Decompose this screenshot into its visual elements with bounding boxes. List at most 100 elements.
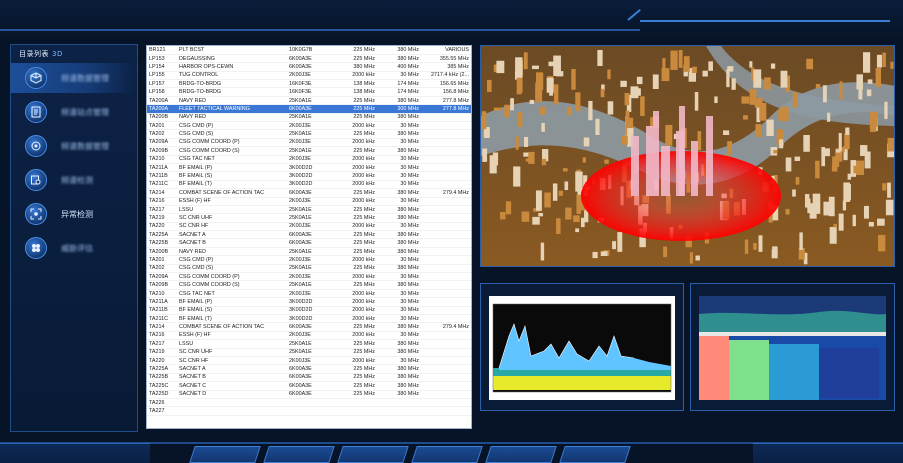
table-row[interactable]: TA225C SACNET C 6K00A3E 225 MHz 380 MHz (147, 381, 471, 391)
frequency-table[interactable]: BR121 PLT BCST 10K0G7B 225 MHz 380 MHz VARIOU… (146, 45, 472, 429)
table-cell: TA210 (147, 155, 177, 164)
table-row[interactable]: TA200A NAVY RED 25K0A1E 225 MHz 380 MHz 277.8… (147, 96, 471, 106)
map-building (863, 52, 871, 73)
table-row[interactable]: TA225D SACNET D 6K00A3E 225 MHz 380 MHz (147, 390, 471, 399)
map-building (723, 130, 730, 136)
table-row[interactable]: TA225A SACNET A 6K00A3E 225 MHz 380 MHz (147, 230, 471, 240)
table-row[interactable]: TA216 ESSH (F) HF 2K00J3E 2000 kHz 30 MHz (147, 197, 471, 206)
map-building (778, 109, 787, 121)
table-row[interactable]: TA220 SC CNR HF 2K00J3E 2000 kHz 30 MHz (147, 222, 471, 232)
map-building (714, 96, 718, 104)
table-row[interactable]: TA201 CSG CMD (P) 2K00J3E 2000 kHz 30 MHz (147, 121, 471, 131)
table-cell: 6K00A3E (287, 104, 335, 114)
bottom-tab-3[interactable] (337, 446, 409, 463)
sidebar-item-anomaly[interactable]: 异常检测 (11, 199, 137, 229)
sidebar-item-data-management[interactable]: 频谱数据管理 (11, 131, 137, 161)
table-row[interactable]: TA211C BF EMAIL (T) 3K00D2D 2000 kHz 30 MHz (147, 314, 471, 324)
table-cell (287, 398, 335, 408)
bottom-tab-2[interactable] (263, 446, 335, 463)
table-row[interactable]: TA210 CSG TAC NET 2K00J3E 2000 kHz 30 MHz (147, 155, 471, 164)
table-cell: 16K0F3E (287, 87, 335, 97)
table-row[interactable]: TA217 LSSU 25K0A1E 225 MHz 380 MHz (147, 339, 471, 349)
map-building (835, 149, 841, 153)
table-cell: 380 MHz (377, 96, 421, 106)
table-row[interactable]: BR121 PLT BCST 10K0G7B 225 MHz 380 MHz VARIOU… (147, 46, 471, 55)
table-row[interactable]: TA211B BF EMAIL (S) 3K00D2D 2000 kHz 30 MHz (147, 171, 471, 181)
table-cell: NAVY RED (177, 247, 287, 257)
table-cell: 2000 kHz (335, 272, 377, 282)
bottom-tab-6[interactable] (559, 446, 631, 463)
table-row[interactable]: TA217 LSSU 25K0A1E 225 MHz 380 MHz (147, 205, 471, 215)
table-row[interactable]: TA209B CSG COMM COORD (S) 25K0A1E 225 MHz 38… (147, 280, 471, 290)
table-row[interactable]: TA227 (147, 406, 471, 416)
table-row[interactable]: TA209A CSG COMM COORD (P) 2K00J3E 2000 kHz 3… (147, 138, 471, 148)
table-row[interactable]: TA200B NAVY RED 25K0A1E 225 MHz 380 MHz (147, 113, 471, 123)
map-building (588, 100, 593, 121)
table-cell: 138 MHz (335, 87, 377, 97)
table-row[interactable]: TA216 ESSH (F) HF 2K00J3E 2000 kHz 30 MHz (147, 331, 471, 341)
map-building (544, 192, 551, 208)
map-building (868, 221, 874, 227)
table-row[interactable]: TA211C BF EMAIL (T) 3K00D2D 2000 kHz 30 MHz (147, 180, 471, 190)
table-cell: 2000 kHz (335, 331, 377, 341)
sidebar-item-station[interactable]: 频谱站点管理 (11, 97, 137, 127)
map-building (683, 56, 690, 72)
table-row[interactable]: TA225A SACNET A 6K00A3E 225 MHz 380 MHz (147, 364, 471, 374)
table-row[interactable]: TA211A BF EMAIL (P) 3K00D2D 2000 kHz 30 MHz (147, 163, 471, 173)
table-row[interactable]: TA214 COMBAT SCENE OF ACTION TAC 6K00A3E 22… (147, 322, 471, 332)
map-building (597, 49, 603, 67)
table-row[interactable]: LP153 DEGAUSSING 6K00A3E 225 MHz 380 MHz 355.… (147, 54, 471, 64)
map-building (531, 65, 539, 70)
table-row[interactable]: TA220 SC CNR HF 2K00J3E 2000 kHz 30 MHz (147, 356, 471, 366)
sidebar-item-detection[interactable]: 频谱检测 (11, 165, 137, 195)
table-row[interactable]: LP158 BRDG-TO-BRDG 16K0F3E 138 MHz 174 MHz 15… (147, 87, 471, 97)
map-building (785, 157, 792, 172)
threat-tower (706, 116, 713, 196)
table-row[interactable]: TA225B SACNET B 6K00A3E 225 MHz 380 MHz (147, 373, 471, 383)
table-cell: 380 MHz (377, 146, 421, 156)
map-building (575, 92, 581, 112)
map-building (753, 69, 762, 88)
table-cell: 25K0A1E (287, 113, 335, 123)
table-row[interactable]: LP154 HARBOR OPS-CEWN 6K00A3E 380 MHz 400 MH… (147, 62, 471, 72)
table-cell: 2K00J3E (287, 331, 335, 341)
table-cell: 3K00D2D (287, 297, 335, 307)
table-cell: COMBAT SCENE OF ACTION TAC (177, 188, 287, 198)
bottom-tab-5[interactable] (485, 446, 557, 463)
table-row[interactable]: TA202 CSG CMD (S) 25K0A1E 225 MHz 380 MHz (147, 129, 471, 139)
sidebar-item-threat[interactable]: 威胁评估 (11, 233, 137, 263)
table-cell: SACNET D (177, 390, 287, 399)
table-row[interactable]: TA202 CSG CMD (S) 25K0A1E 225 MHz 380 MHz (147, 264, 471, 274)
table-row[interactable]: TA219 SC CNR UHF 25K0A1E 225 MHz 380 MHz (147, 213, 471, 223)
table-row[interactable]: TA214 COMBAT SCENE OF ACTION TAC 6K00A3E 22… (147, 188, 471, 198)
table-row[interactable]: LP157 BRDG-TO-BRDG 16K0F3E 138 MHz 174 MHz 15… (147, 79, 471, 89)
table-row[interactable]: TA209A CSG COMM COORD (P) 2K00J3E 2000 kHz 3… (147, 272, 471, 282)
table-row[interactable]: TA200B NAVY RED 25K0A1E 225 MHz 380 MHz (147, 247, 471, 257)
sidebar-item-spectrum-data[interactable]: 频谱数据管理 (11, 63, 137, 93)
table-row[interactable]: TA200A FLEET TACTICAL WARNING 6K00A3E 225 M… (147, 104, 471, 114)
table-row[interactable]: TA210 CSG TAC NET 2K00J3E 2000 kHz 30 MHz (147, 289, 471, 299)
bottom-tab-1[interactable] (189, 446, 261, 463)
map-building (505, 201, 512, 215)
fan-icon (25, 237, 47, 259)
map-building (792, 189, 796, 197)
city-3d-map[interactable] (480, 45, 895, 267)
waterfall-cyan-band (769, 344, 819, 400)
table-row[interactable]: TA201 CSG CMD (P) 2K00J3E 2000 kHz 30 MHz (147, 255, 471, 265)
table-row[interactable]: TA211B BF EMAIL (S) 3K00D2D 2000 kHz 30 MHz (147, 306, 471, 316)
table-cell: TA214 (147, 188, 177, 198)
table-cell (421, 146, 471, 156)
bottom-tab-4[interactable] (411, 446, 483, 463)
table-row[interactable]: LP155 TUG CONTROL 2K00J3E 2000 kHz 30 MHz 271… (147, 71, 471, 81)
table-row[interactable]: TA211A BF EMAIL (P) 3K00D2D 2000 kHz 30 MHz (147, 297, 471, 307)
map-building (741, 96, 750, 104)
table-cell: 225 MHz (335, 264, 377, 274)
table-row[interactable]: TA226 (147, 398, 471, 408)
table-row[interactable]: TA219 SC CNR UHF 25K0A1E 225 MHz 380 MHz (147, 348, 471, 357)
table-cell (421, 339, 471, 349)
table-cell: TA219 (147, 348, 177, 357)
table-row[interactable]: TA209B CSG COMM COORD (S) 25K0A1E 225 MHz 38… (147, 146, 471, 156)
map-building (565, 207, 572, 220)
map-building (812, 193, 821, 214)
table-row[interactable]: TA225B SACNET B 6K00A3E 225 MHz 380 MHz (147, 238, 471, 248)
